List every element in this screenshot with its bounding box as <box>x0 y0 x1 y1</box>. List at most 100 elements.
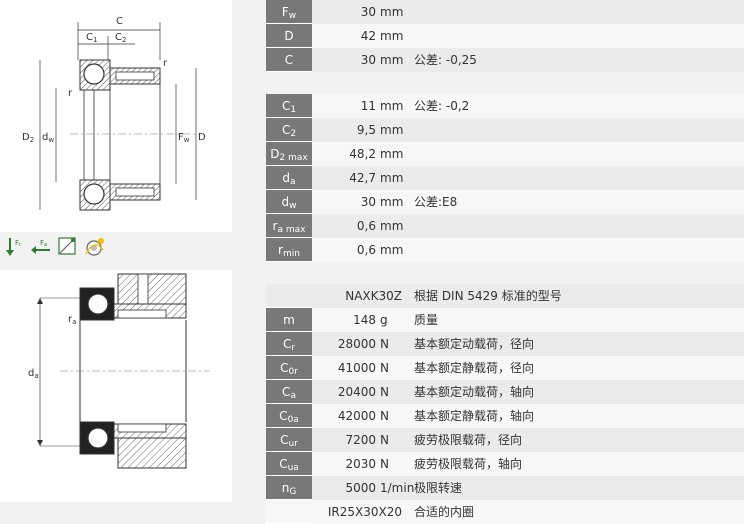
parameter-unit: mm <box>380 29 404 43</box>
lubrication-icon[interactable] <box>83 236 105 258</box>
table-row: C0r 41000 N 基本额定静载荷，径向 <box>266 356 744 380</box>
parameter-unit: N <box>380 337 389 351</box>
parameter-description: 疲劳极限载荷，径向 <box>414 433 523 447</box>
parameter-description: 极限转速 <box>414 481 463 495</box>
table-row: da 42,7 mm <box>266 166 744 190</box>
parameter-symbol: C0a <box>266 404 312 428</box>
parameter-symbol: Fw <box>266 0 312 24</box>
table-row: D2 max 48,2 mm <box>266 142 744 166</box>
parameter-symbol: m <box>266 308 312 332</box>
table-row: C 30 mm 公差: -0,25 <box>266 48 744 72</box>
parameter-value: 28000 <box>337 337 376 351</box>
parameter-value: 2030 <box>345 457 376 471</box>
parameter-unit: N <box>380 457 389 471</box>
parameter-unit: mm <box>380 5 404 19</box>
parameter-unit: N <box>380 433 389 447</box>
table-row: Ca 20400 N 基本额定动载荷，轴向 <box>266 380 744 404</box>
parameter-value: 42 <box>360 29 376 43</box>
drawing-toolbar: Fr Fa <box>0 234 232 260</box>
table-row: C1 11 mm 公差: -0,2 <box>266 94 744 118</box>
parameter-unit: N <box>380 409 389 423</box>
parameter-value: 11 <box>360 99 376 113</box>
parameter-unit: mm <box>380 53 404 67</box>
parameter-symbol: C0r <box>266 356 312 380</box>
parameter-value: 42000 <box>337 409 376 423</box>
radius-r-label-left: r <box>68 88 73 99</box>
table-row: C2 9,5 mm <box>266 118 744 142</box>
fa-force-icon[interactable]: Fa <box>30 236 52 258</box>
parameter-value: IR25X30X20 <box>327 505 402 519</box>
parameter-value: 30 <box>360 53 376 67</box>
table-row: m 148 g 质量 <box>266 308 744 332</box>
parameter-symbol: nG <box>266 476 312 500</box>
table-row: Fw 30 mm <box>266 0 744 24</box>
parameter-unit: mm <box>380 195 404 209</box>
parameter-description: 基本额定动载荷，轴向 <box>414 385 535 399</box>
svg-text:Fa: Fa <box>40 239 47 248</box>
parameter-description: 公差:E8 <box>414 195 458 209</box>
parameter-value: 9,5 <box>356 123 376 137</box>
table-row: D 42 mm <box>266 24 744 48</box>
mounting-section-svg: da ra <box>28 273 210 469</box>
dim-C-label: C <box>116 16 123 27</box>
parameter-value: 0,6 <box>356 219 376 233</box>
parameter-symbol: D2 max <box>266 142 312 166</box>
parameter-value: 0,6 <box>356 243 376 257</box>
parameter-symbol: D <box>266 24 312 48</box>
dim-da-label: da <box>28 368 39 380</box>
parameter-unit: mm <box>380 171 404 185</box>
parameter-value: 41000 <box>337 361 376 375</box>
parameter-unit: mm <box>380 123 404 137</box>
parameter-unit: mm <box>380 147 404 161</box>
table-row: nG 5000 1/min 极限转速 <box>266 476 744 500</box>
table-spacer <box>266 72 744 94</box>
parameter-symbol: Cua <box>266 452 312 476</box>
parameter-symbol: rmin <box>266 238 312 262</box>
mounting-dimension-drawing: da ra <box>0 270 232 502</box>
mounting-icon[interactable] <box>57 236 79 258</box>
parameter-description: 公差: -0,2 <box>414 99 470 113</box>
parameter-description: 基本额定静载荷，径向 <box>414 361 535 375</box>
parameter-value: 48,2 <box>349 147 376 161</box>
bearing-section-svg: C C1 C2 r r D2 dw Fw D <box>22 16 206 211</box>
parameter-symbol: C2 <box>266 118 312 142</box>
parameter-value: NAXK30Z <box>345 289 402 303</box>
table-row: dw 30 mm 公差:E8 <box>266 190 744 214</box>
radius-r-label-top: r <box>163 58 168 69</box>
parameter-value: 30 <box>360 195 376 209</box>
parameter-unit: mm <box>380 99 404 113</box>
table-row: C0a 42000 N 基本额定静载荷，轴向 <box>266 404 744 428</box>
parameter-description: 基本额定静载荷，轴向 <box>414 409 535 423</box>
parameter-description: 基本额定动载荷，径向 <box>414 337 535 351</box>
parameter-symbol <box>266 284 312 308</box>
table-row: ra max 0,6 mm <box>266 214 744 238</box>
parameter-symbol: Ca <box>266 380 312 404</box>
parameter-symbol: dw <box>266 190 312 214</box>
parameter-unit: N <box>380 361 389 375</box>
parameter-unit: mm <box>380 243 404 257</box>
parameter-unit: g <box>380 313 388 327</box>
table-row: NAXK30Z 根据 DIN 5429 标准的型号 <box>266 284 744 308</box>
parameter-symbol <box>266 500 312 524</box>
fr-force-icon[interactable]: Fr <box>4 236 26 258</box>
parameter-description: 公差: -0,25 <box>414 53 477 67</box>
parameter-value: 148 <box>353 313 376 327</box>
parameter-unit: mm <box>380 219 404 233</box>
dim-D2-label: D2 <box>22 132 34 144</box>
dim-C1-label: C1 <box>86 32 97 44</box>
bearing-dimension-drawing: C C1 C2 r r D2 dw Fw D <box>0 0 232 232</box>
table-row: IR25X30X20 合适的内圈 <box>266 500 744 524</box>
table-row: Cua 2030 N 疲劳极限载荷，轴向 <box>266 452 744 476</box>
parameter-value: 7200 <box>345 433 376 447</box>
parameter-description: 疲劳极限载荷，轴向 <box>414 457 523 471</box>
parameter-unit: N <box>380 385 389 399</box>
parameter-symbol: ra max <box>266 214 312 238</box>
parameter-symbol: C <box>266 48 312 72</box>
parameter-description: 质量 <box>414 313 439 327</box>
table-row: rmin 0,6 mm <box>266 238 744 262</box>
parameter-symbol: Cur <box>266 428 312 452</box>
table-spacer <box>266 262 744 284</box>
dim-ra-label: ra <box>68 314 76 326</box>
dim-dw-label: dw <box>42 132 54 144</box>
dim-C2-label: C2 <box>115 32 126 44</box>
